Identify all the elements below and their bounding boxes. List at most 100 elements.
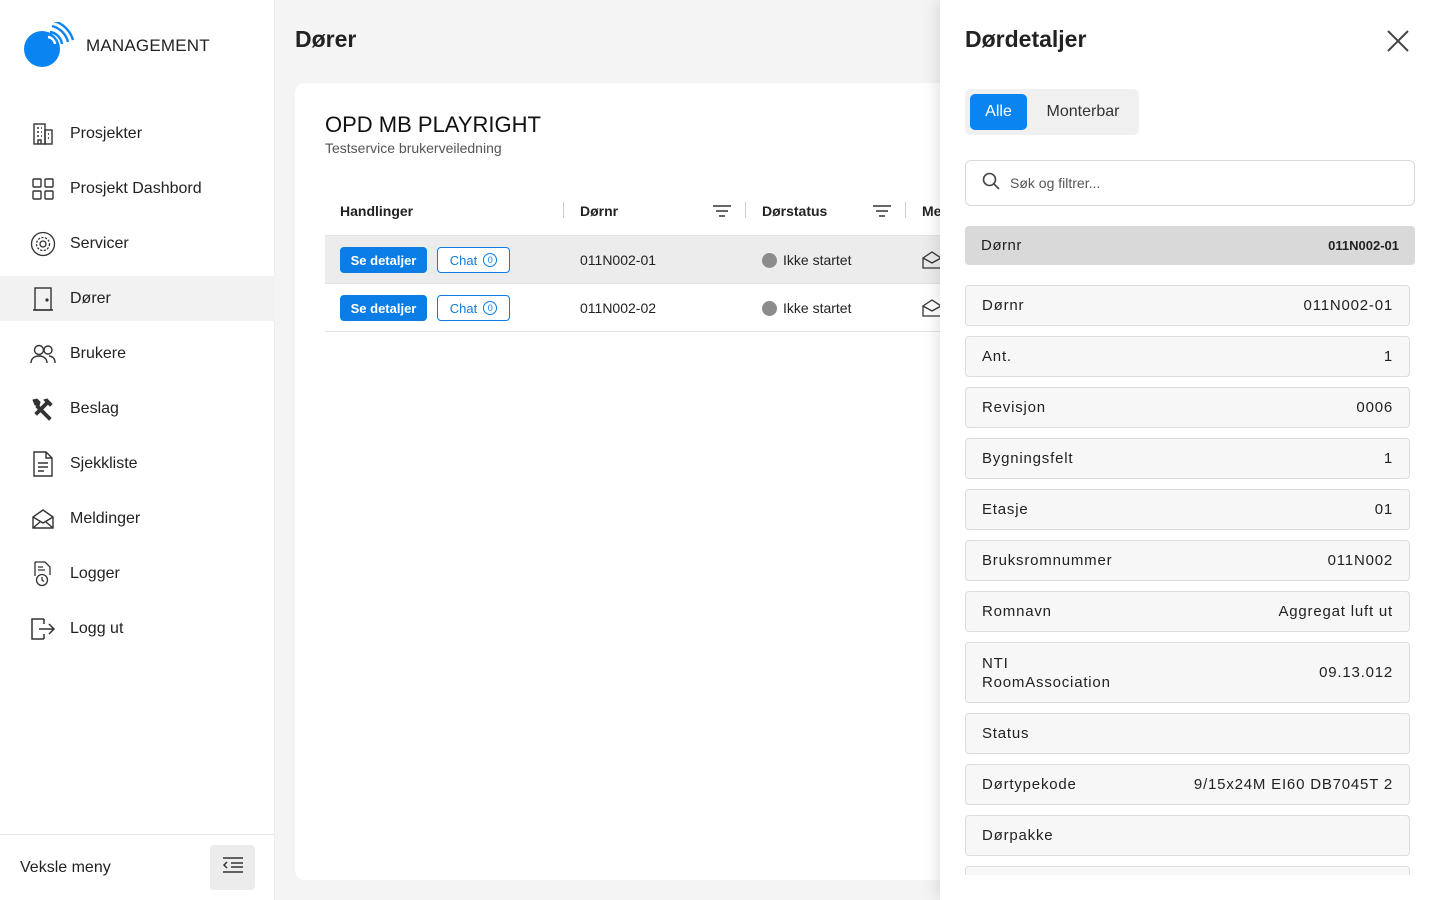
field-key: Dørtypekode <box>982 776 1077 793</box>
sidebar: MANAGEMENT Prosjekter Prosjekt Dashbord … <box>0 0 275 900</box>
detail-field: Etasje 01 <box>965 489 1410 530</box>
sidebar-item-beslag[interactable]: Beslag <box>0 386 275 431</box>
field-value: Aggregat luft ut <box>1278 603 1393 620</box>
sidebar-item-label: Dører <box>70 289 111 307</box>
search-box <box>965 160 1415 206</box>
see-details-button[interactable]: Se detaljer <box>340 247 427 273</box>
collapse-menu-icon <box>222 856 244 879</box>
column-header-dorstatus[interactable]: Dørstatus <box>762 203 827 219</box>
field-value: 1 <box>1383 450 1393 467</box>
chat-button[interactable]: Chat 0 <box>437 247 510 273</box>
search-icon <box>982 172 1000 195</box>
field-key: Romnavn <box>982 603 1052 620</box>
detail-field: Ant. 1 <box>965 336 1410 377</box>
door-status: Ikke startet <box>783 300 852 316</box>
detail-field: Dørtypekode 9/15x24M EI60 DB7045T 2 <box>965 764 1410 805</box>
users-icon <box>30 341 56 367</box>
column-header-handlinger: Handlinger <box>340 203 414 219</box>
detail-field: Bruksromnummer 011N002 <box>965 540 1410 581</box>
sidebar-item-label: Prosjekt Dashbord <box>70 179 202 197</box>
log-icon <box>30 560 56 587</box>
detail-field: Status <box>965 713 1410 754</box>
column-header-meldinger[interactable]: Me <box>922 203 941 219</box>
sidebar-item-logg-ut[interactable]: Logg ut <box>0 606 275 651</box>
close-panel-button[interactable] <box>1384 27 1412 55</box>
field-value: 011N002 <box>1327 552 1393 569</box>
search-input[interactable] <box>1010 175 1390 191</box>
field-key: Revisjon <box>982 399 1046 416</box>
sidebar-item-label: Logger <box>70 564 120 582</box>
filter-tabs: Alle Monterbar <box>965 89 1139 135</box>
sidebar-item-label: Servicer <box>70 234 129 252</box>
chat-label: Chat <box>449 300 478 316</box>
chat-label: Chat <box>449 252 478 268</box>
panel-title: Dørdetaljer <box>965 26 1087 52</box>
sidebar-item-servicer[interactable]: Servicer <box>0 221 275 266</box>
detail-field <box>965 866 1410 875</box>
field-key: NTI RoomAssociation <box>982 654 1111 691</box>
tab-alle[interactable]: Alle <box>970 94 1027 130</box>
field-value: 9/15x24M EI60 DB7045T 2 <box>1193 776 1393 793</box>
field-key: Bruksromnummer <box>982 552 1113 569</box>
doors-card: OPD MB PLAYRIGHT Testservice brukerveile… <box>295 83 975 880</box>
status-dot <box>762 253 777 268</box>
sidebar-item-logger[interactable]: Logger <box>0 551 275 596</box>
status-dot <box>762 301 777 316</box>
detail-field: Revisjon 0006 <box>965 387 1410 428</box>
door-number: 011N002-01 <box>580 252 657 268</box>
column-separator <box>563 202 564 218</box>
envelope-icon[interactable] <box>922 251 942 269</box>
sidebar-item-label: Prosjekter <box>70 124 143 142</box>
sidebar-item-label: Beslag <box>70 399 119 417</box>
sidebar-item-prosjekter[interactable]: Prosjekter <box>0 111 275 156</box>
project-subtitle: Testservice brukerveiledning <box>325 140 502 156</box>
toggle-menu-label: Veksle meny <box>20 858 111 876</box>
detail-field: Dørpakke <box>965 815 1410 856</box>
toggle-menu-button[interactable] <box>210 845 255 890</box>
chat-button[interactable]: Chat 0 <box>437 295 510 321</box>
document-icon <box>30 450 56 477</box>
door-status: Ikke startet <box>783 252 852 268</box>
field-key: Bygningsfelt <box>982 450 1074 467</box>
field-key: Dørpakke <box>982 827 1054 844</box>
see-details-button[interactable]: Se detaljer <box>340 295 427 321</box>
doors-table: Handlinger Dørnr Dørstatus Me Se detalje… <box>325 186 975 332</box>
filter-icon[interactable] <box>711 200 733 222</box>
door-icon <box>30 286 56 312</box>
brand-name: MANAGEMENT <box>86 36 210 55</box>
chat-count-badge: 0 <box>483 301 498 315</box>
envelope-icon[interactable] <box>922 299 942 317</box>
envelope-icon <box>30 506 56 532</box>
column-header-dornr[interactable]: Dørnr <box>580 203 618 219</box>
sidebar-item-meldinger[interactable]: Meldinger <box>0 496 275 541</box>
table-header: Handlinger Dørnr Dørstatus Me <box>325 186 975 236</box>
sidebar-item-brukere[interactable]: Brukere <box>0 331 275 376</box>
selected-door-summary[interactable]: Dørnr 011N002-01 <box>965 226 1415 265</box>
field-key: Ant. <box>982 348 1012 365</box>
door-details-panel: Dørdetaljer Alle Monterbar Dørnr 011N002… <box>940 0 1440 900</box>
column-separator <box>745 202 746 218</box>
close-icon <box>1384 30 1412 59</box>
brand[interactable]: MANAGEMENT <box>24 19 210 68</box>
page-title: Dører <box>295 26 357 52</box>
tab-monterbar[interactable]: Monterbar <box>1031 94 1135 130</box>
logout-icon <box>30 616 56 642</box>
field-value: 01 <box>1374 501 1393 518</box>
summary-key: Dørnr <box>981 237 1022 254</box>
field-value: 09.13.012 <box>1319 664 1393 681</box>
sidebar-item-label: Sjekkliste <box>70 454 138 472</box>
gear-icon <box>30 231 56 257</box>
table-row[interactable]: Se detaljer Chat 0 011N002-02 Ikke start… <box>325 284 975 332</box>
sidebar-item-label: Logg ut <box>70 619 124 637</box>
detail-field: Bygningsfelt 1 <box>965 438 1410 479</box>
sidebar-item-label: Brukere <box>70 344 127 362</box>
sidebar-item-dorer[interactable]: Dører <box>0 276 275 321</box>
field-value: 0006 <box>1356 399 1393 416</box>
sidebar-item-prosjekt-dashbord[interactable]: Prosjekt Dashbord <box>0 166 275 211</box>
sidebar-item-sjekkliste[interactable]: Sjekkliste <box>0 441 275 486</box>
detail-field: Dørnr 011N002-01 <box>965 285 1410 326</box>
project-name: OPD MB PLAYRIGHT <box>325 112 541 137</box>
detail-field: NTI RoomAssociation 09.13.012 <box>965 642 1410 703</box>
filter-icon[interactable] <box>871 200 893 222</box>
table-row[interactable]: Se detaljer Chat 0 011N002-01 Ikke start… <box>325 236 975 284</box>
